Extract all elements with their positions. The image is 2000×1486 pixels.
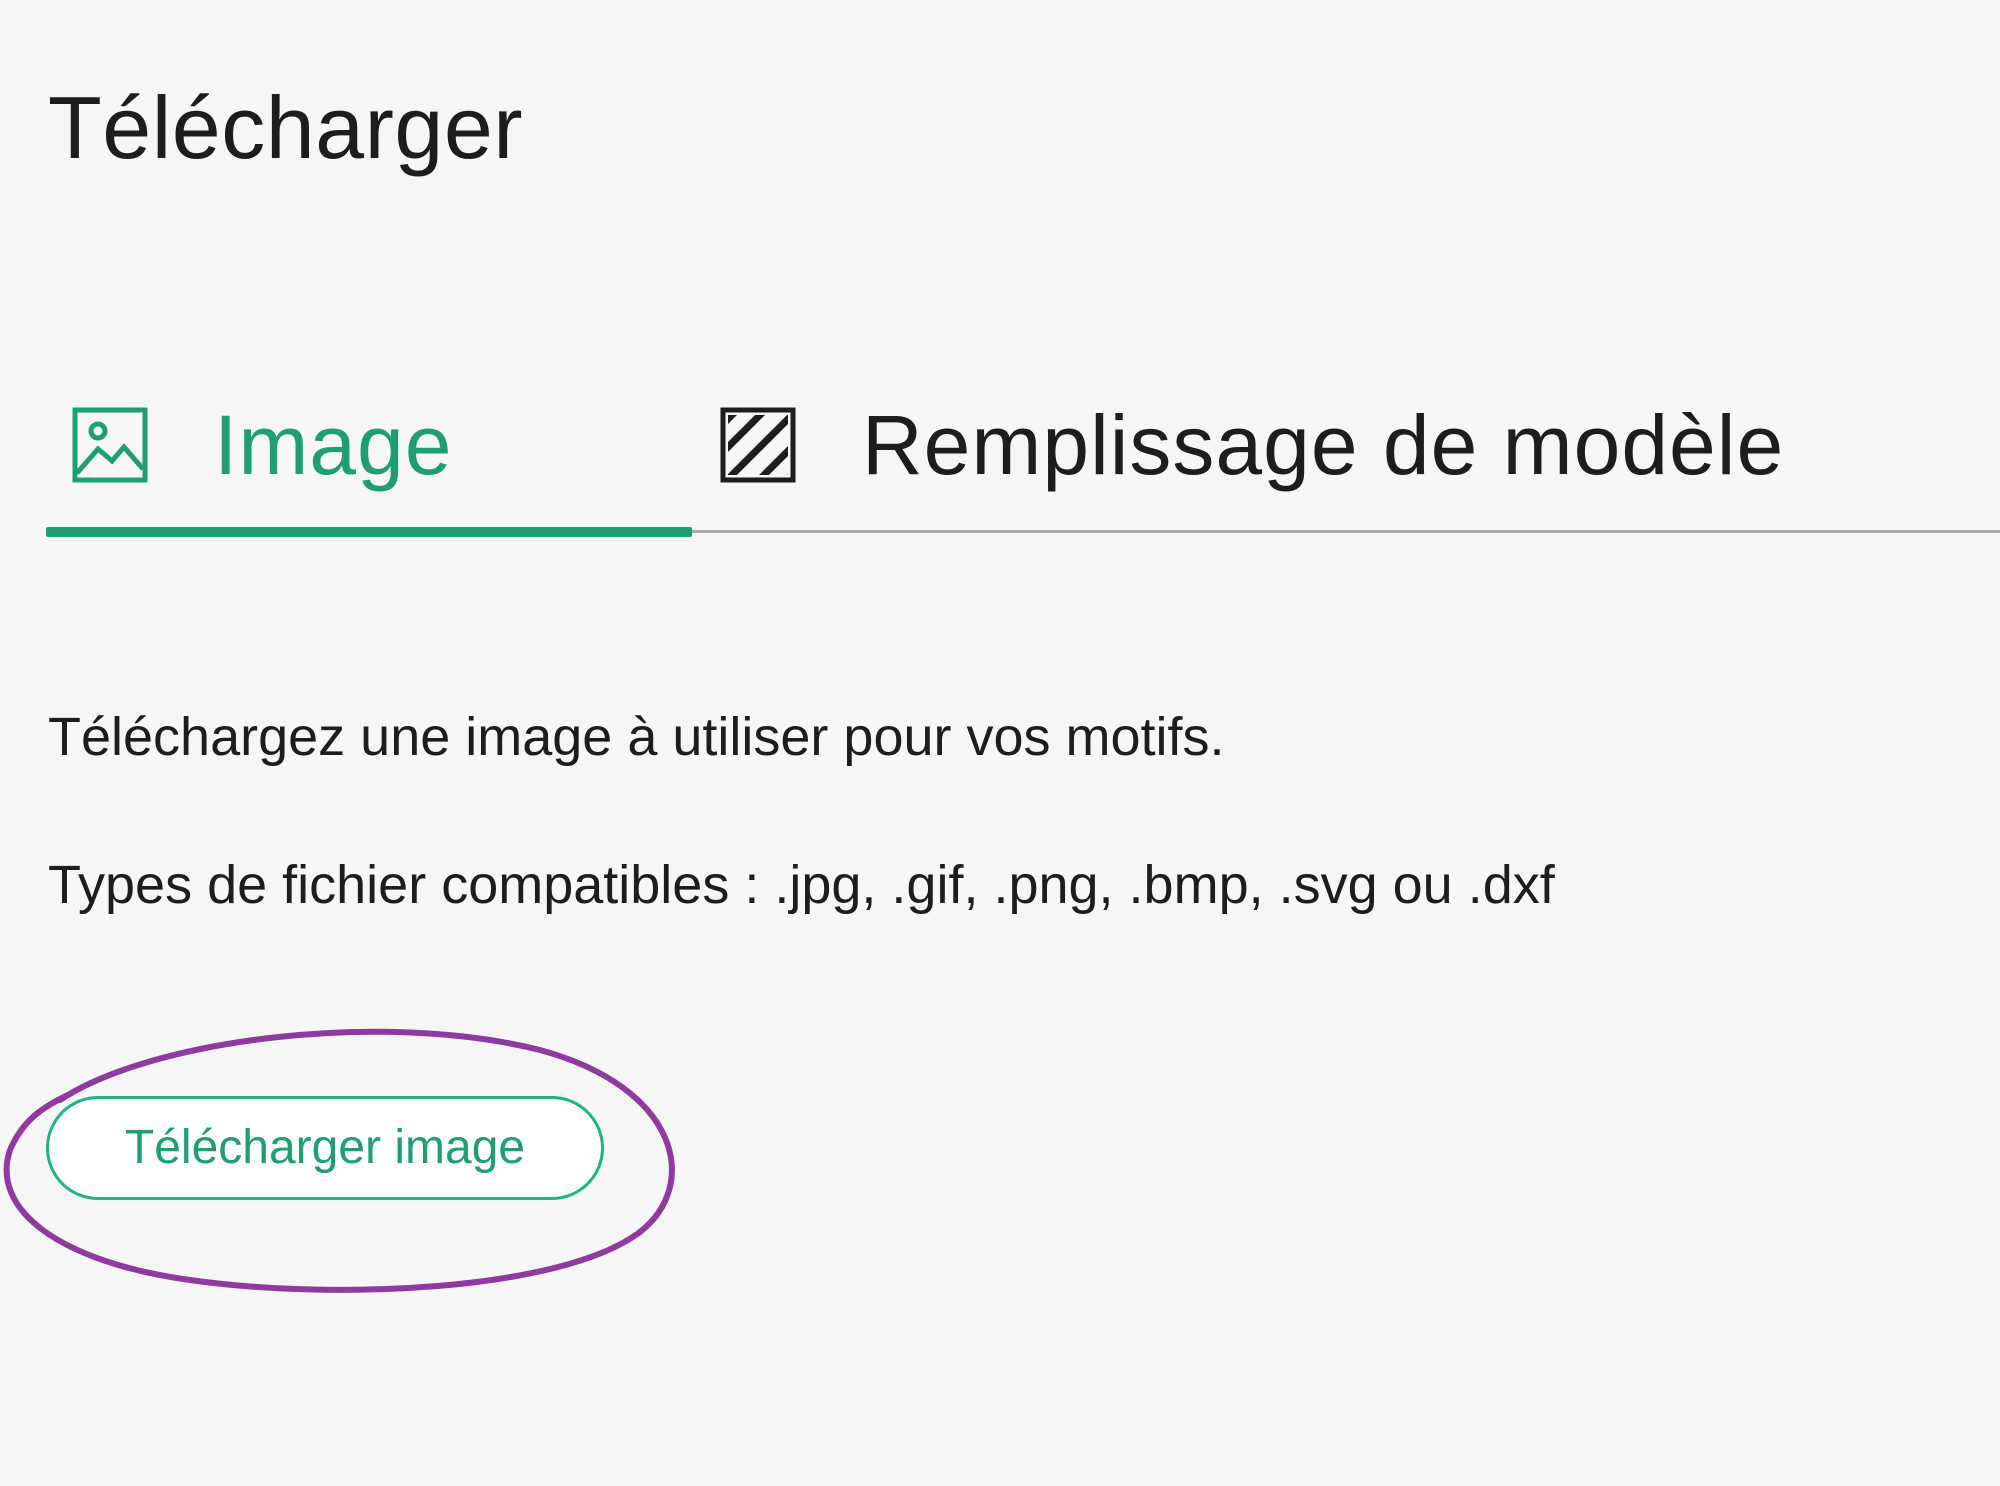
tab-pattern-fill-label: Remplissage de modèle	[862, 398, 1785, 492]
upload-image-button[interactable]: Télécharger image	[46, 1096, 604, 1200]
pattern-fill-icon	[720, 407, 796, 483]
upload-tabs: Image Remplissage de modèle	[0, 350, 2000, 540]
tab-pattern-fill[interactable]: Remplissage de modèle	[720, 350, 1784, 540]
upload-description: Téléchargez une image à utiliser pour vo…	[48, 707, 1225, 767]
supported-file-types: Types de fichier compatibles : .jpg, .gi…	[48, 855, 1555, 915]
page-title: Télécharger	[48, 78, 524, 177]
upload-panel: Télécharger Image Remplissage de modèle …	[0, 0, 2000, 1486]
tab-image[interactable]: Image	[72, 350, 452, 540]
active-tab-indicator	[46, 527, 692, 537]
image-icon	[72, 407, 148, 483]
tab-image-label: Image	[214, 398, 453, 492]
